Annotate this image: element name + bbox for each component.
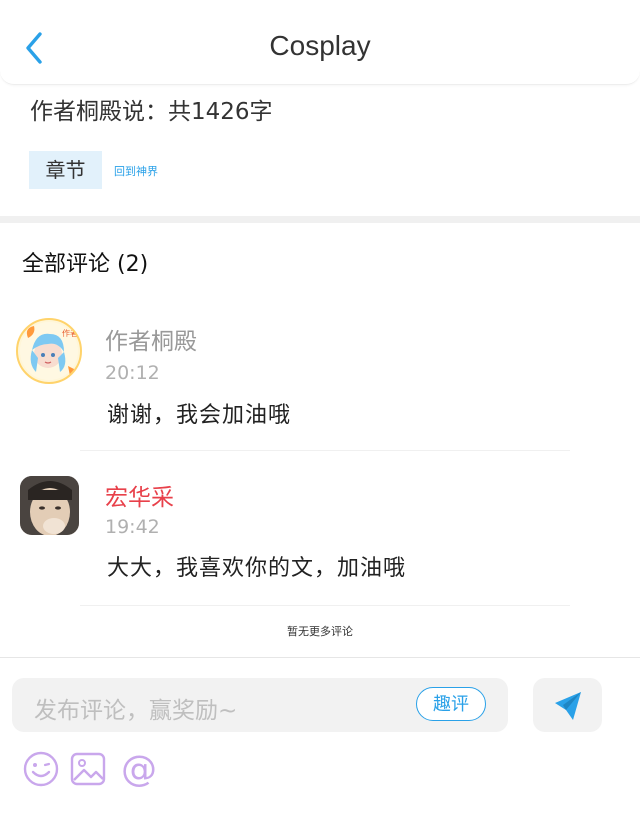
section-divider — [0, 216, 640, 223]
chapter-tag[interactable]: 章节 — [29, 151, 102, 189]
comments-heading: 全部评论 (2) — [22, 252, 149, 277]
comment-time: 20:12 — [105, 362, 160, 384]
smile-icon[interactable] — [22, 750, 60, 788]
comment-author-name[interactable]: 作者桐殿 — [105, 322, 197, 356]
comment-separator — [80, 605, 570, 606]
comment-time: 19:42 — [105, 516, 160, 538]
page-title: Cosplay — [269, 30, 371, 61]
at-icon[interactable]: @ — [120, 749, 158, 790]
comment-input[interactable]: 发布评论，赢奖励~ 趣评 — [12, 678, 508, 732]
send-icon — [555, 692, 581, 720]
no-more-comments: 暂无更多评论 — [287, 625, 353, 638]
comment-text: 谢谢，我会加油哦 — [107, 403, 292, 428]
comment-input-placeholder: 发布评论，赢奖励~ — [34, 698, 238, 724]
author-note: 作者桐殿说：共1426字 — [30, 99, 273, 125]
svg-text:@: @ — [121, 750, 157, 788]
comment-composer: 发布评论，赢奖励~ 趣评 @ — [0, 657, 640, 839]
avatar[interactable] — [20, 476, 79, 535]
image-icon[interactable] — [69, 750, 107, 788]
header-bar: Cosplay — [0, 0, 640, 85]
comment-separator — [80, 450, 570, 451]
author-badge-text: 作者 — [62, 328, 78, 338]
fun-comment-button[interactable]: 趣评 — [416, 687, 486, 721]
comment-text: 大大，我喜欢你的文，加油哦 — [107, 556, 407, 581]
comment-author-name[interactable]: 宏华采 — [105, 478, 174, 512]
send-button[interactable] — [533, 678, 602, 732]
back-to-realm-link[interactable]: 回到神界 — [114, 163, 158, 179]
avatar[interactable]: 作者 — [16, 318, 82, 384]
